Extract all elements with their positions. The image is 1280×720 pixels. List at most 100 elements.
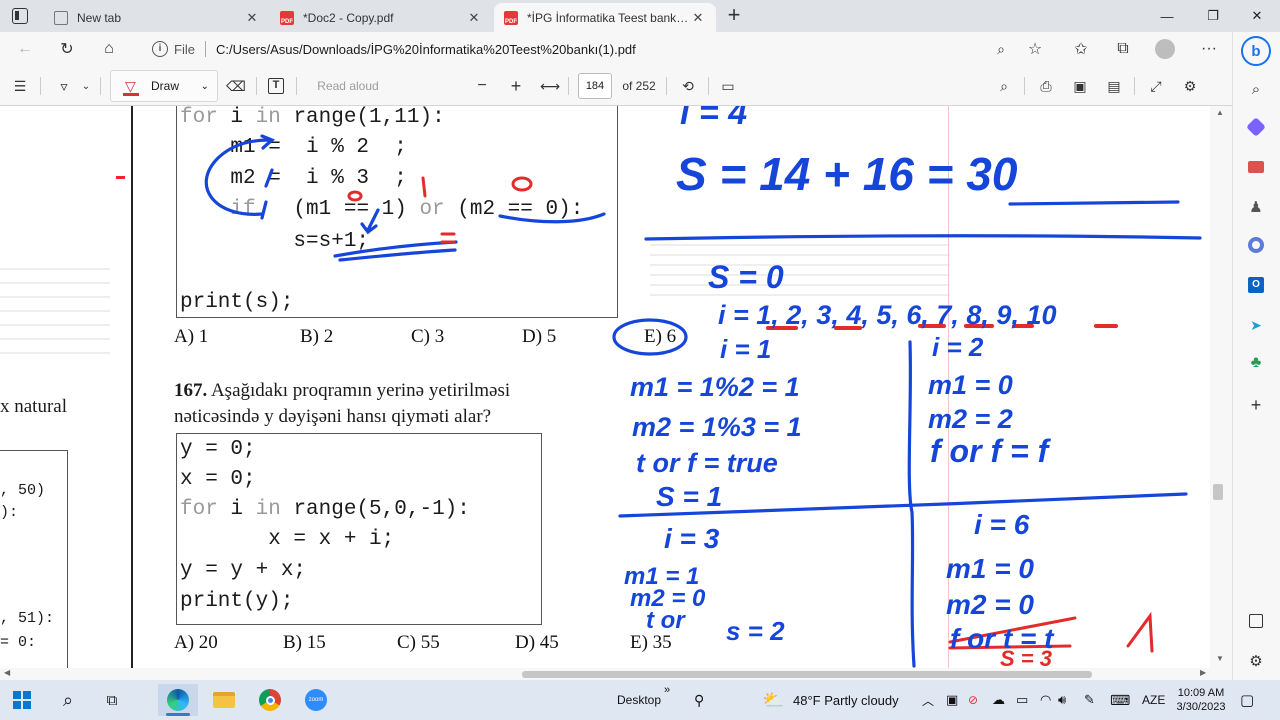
- sidebar-settings-gear-icon[interactable]: ⚙: [1245, 650, 1267, 672]
- input-language-label[interactable]: AZE: [1142, 680, 1165, 720]
- search-icon[interactable]: ⌕: [48, 684, 88, 716]
- bing-copilot-icon[interactable]: b: [1241, 36, 1271, 66]
- settings-gear-icon[interactable]: ⚙: [1178, 74, 1202, 98]
- ink-text: m2 = 0: [946, 589, 1034, 620]
- scroll-thumb[interactable]: [522, 671, 1092, 678]
- scroll-thumb[interactable]: [1213, 484, 1223, 500]
- highlight-icon[interactable]: ▿: [52, 74, 76, 98]
- vertical-scrollbar[interactable]: ▲ ▼: [1210, 106, 1232, 668]
- fullscreen-icon[interactable]: ⤢: [1144, 74, 1168, 98]
- zoom-icon[interactable]: ⌕: [988, 37, 1014, 61]
- close-icon[interactable]: ✕: [244, 10, 260, 26]
- scroll-left-arrow[interactable]: ◀: [4, 668, 10, 677]
- chevron-up-icon[interactable]: ︿: [922, 680, 934, 720]
- tools-briefcase-icon[interactable]: [1245, 156, 1267, 178]
- search-icon[interactable]: ⌕: [992, 74, 1016, 98]
- page-number-input[interactable]: 184: [578, 73, 612, 99]
- print-icon[interactable]: ⎙: [1034, 74, 1058, 98]
- more-menu-icon[interactable]: ···: [1196, 37, 1222, 61]
- scroll-down-arrow[interactable]: ▼: [1216, 654, 1224, 663]
- taskbar-file-explorer-icon[interactable]: [204, 684, 244, 716]
- draw-button[interactable]: ▽ Draw ⌄: [110, 70, 218, 102]
- favorites-icon[interactable]: ✩: [1068, 37, 1094, 61]
- add-icon[interactable]: +: [1245, 394, 1267, 416]
- pdf-toolbar: ☰ ▿ ⌄ ▽ Draw ⌄ ⌫ T Read aloud − + ⟷ of 2…: [0, 66, 1232, 106]
- tab-actions-icon[interactable]: [12, 8, 28, 24]
- keyboard-icon[interactable]: ⌨: [1110, 680, 1130, 720]
- shopping-tag-icon[interactable]: [1245, 116, 1267, 138]
- games-icon[interactable]: ♟: [1245, 196, 1267, 218]
- mic-muted-icon[interactable]: ⊘: [968, 680, 978, 720]
- url-scheme-label: File: [174, 41, 195, 57]
- close-window-button[interactable]: ✕: [1234, 0, 1280, 32]
- tab-doc2-copy[interactable]: PDF *Doc2 - Copy.pdf ✕: [270, 3, 492, 32]
- tab-label: *Doc2 - Copy.pdf: [303, 10, 394, 25]
- tab-ipg-informatika[interactable]: PDF *İPG İnformatika Teest bankı(1).pdf …: [494, 3, 716, 32]
- profile-avatar[interactable]: [1152, 37, 1178, 61]
- tab-strip: New tab ✕ PDF *Doc2 - Copy.pdf ✕ PDF *İP…: [0, 0, 1280, 32]
- scroll-right-arrow[interactable]: ▶: [1200, 668, 1206, 677]
- drop-icon[interactable]: ➤: [1245, 314, 1267, 336]
- close-icon[interactable]: ✕: [690, 10, 706, 26]
- back-button[interactable]: ←: [12, 37, 38, 61]
- text-box-icon[interactable]: T: [264, 74, 288, 98]
- wifi-icon[interactable]: ◠: [1040, 680, 1051, 720]
- eraser-icon[interactable]: ⌫: [224, 74, 248, 98]
- ink-text: m1 = 0: [928, 370, 1013, 400]
- taskbar-zoom-icon[interactable]: zoom: [296, 684, 336, 716]
- search-icon[interactable]: ⌕: [1245, 78, 1267, 100]
- weather-icon[interactable]: ⛅: [762, 680, 784, 720]
- chevron-down-icon[interactable]: ⌄: [201, 81, 209, 92]
- horizontal-scrollbar[interactable]: ◀ ▶: [0, 668, 1232, 680]
- fit-page-icon[interactable]: ⟷: [538, 74, 562, 98]
- home-button[interactable]: ⌂: [96, 37, 122, 61]
- zoom-in-button[interactable]: +: [504, 74, 528, 98]
- scroll-up-arrow[interactable]: ▲: [1216, 108, 1224, 117]
- save-as-icon[interactable]: ▤: [1102, 74, 1126, 98]
- task-view-icon[interactable]: ⧉: [92, 684, 132, 716]
- meet-now-icon[interactable]: ▣: [946, 680, 958, 720]
- tree-icon[interactable]: ♣: [1245, 352, 1267, 374]
- page-view-icon[interactable]: ▭: [716, 74, 740, 98]
- page-total-label: of 252: [622, 79, 656, 93]
- refresh-button[interactable]: ↻: [54, 37, 80, 61]
- pen-icon[interactable]: ✎: [1084, 680, 1095, 720]
- hide-sidebar-icon[interactable]: [1245, 610, 1267, 632]
- onedrive-icon[interactable]: ☁: [992, 680, 1005, 720]
- volume-icon[interactable]: 🔊︎: [1058, 680, 1066, 720]
- url-separator: [204, 41, 206, 57]
- contents-icon[interactable]: ☰: [8, 74, 32, 98]
- weather-label[interactable]: 48°F Partly cloudy: [793, 680, 899, 720]
- taskbar-chrome-icon[interactable]: [250, 684, 290, 716]
- collections-icon[interactable]: ⧉: [1110, 37, 1136, 61]
- chevron-down-icon[interactable]: ⌄: [78, 74, 94, 98]
- info-icon[interactable]: i: [152, 41, 168, 57]
- chevron-right-icon[interactable]: »: [664, 670, 670, 710]
- clock[interactable]: 10:09 AM 3/30/2023: [1175, 680, 1227, 720]
- people-icon[interactable]: ⚲: [694, 680, 704, 720]
- notification-center-icon[interactable]: ▢: [1240, 680, 1254, 720]
- rotate-icon[interactable]: ⟲: [676, 74, 700, 98]
- minimize-button[interactable]: —: [1144, 0, 1190, 32]
- url-field[interactable]: i File C:/Users/Asus/Downloads/İPG%20İnf…: [142, 36, 1062, 62]
- new-tab-button[interactable]: +: [722, 4, 746, 28]
- windows-start-icon[interactable]: [2, 684, 42, 716]
- tab-new-tab[interactable]: New tab ✕: [44, 3, 270, 32]
- outlook-icon[interactable]: O: [1245, 274, 1267, 296]
- ink-text: i = 1: [720, 334, 771, 364]
- pdf-document-view[interactable]: x natural , 50) ): , 51): = 0: for i in …: [0, 106, 1210, 668]
- desktop-toolbar-label[interactable]: Desktop: [617, 680, 661, 720]
- ink-text: i = 6: [974, 509, 1030, 540]
- restore-button[interactable]: ❐: [1190, 0, 1236, 32]
- zoom-out-button[interactable]: −: [470, 74, 494, 98]
- ink-text: i = 4: [680, 106, 747, 132]
- save-icon[interactable]: ▣: [1068, 74, 1092, 98]
- add-favorite-icon[interactable]: ☆: [1022, 37, 1048, 61]
- url-text: C:/Users/Asus/Downloads/İPG%20İnformatik…: [215, 41, 636, 57]
- taskbar-edge-icon[interactable]: [158, 684, 198, 716]
- read-aloud-button[interactable]: Read aloud: [308, 74, 388, 98]
- ink-text: m2 = 1%3 = 1: [632, 412, 802, 442]
- microsoft-365-icon[interactable]: [1245, 234, 1267, 256]
- battery-icon[interactable]: ▭: [1016, 680, 1028, 720]
- close-icon[interactable]: ✕: [466, 10, 482, 26]
